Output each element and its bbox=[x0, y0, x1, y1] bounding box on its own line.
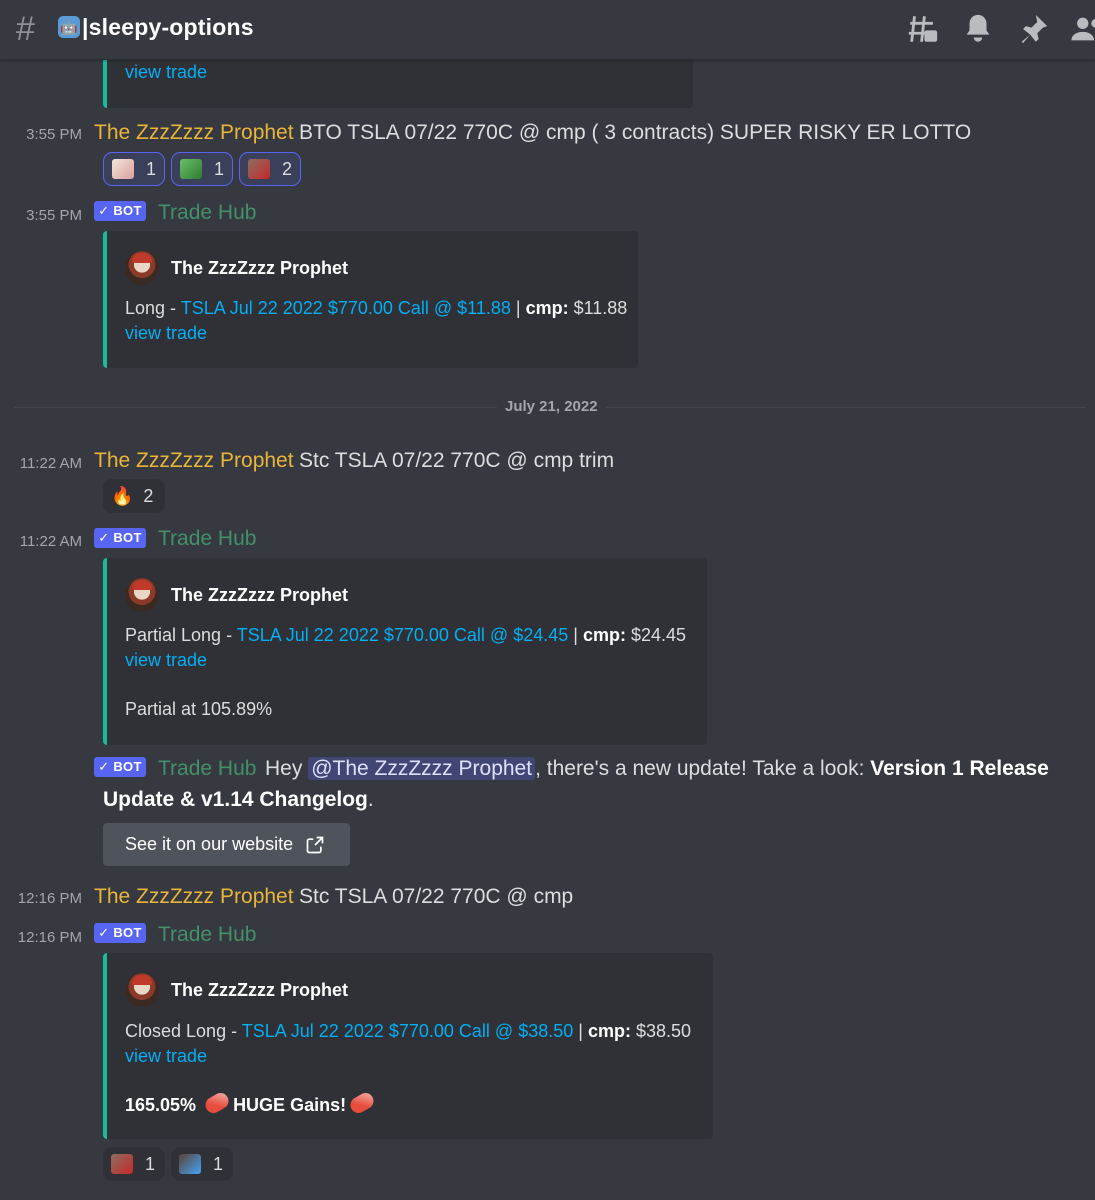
rocket-icon bbox=[202, 1090, 232, 1116]
reaction-count: 1 bbox=[145, 1153, 156, 1174]
hashtag-icon: # bbox=[16, 10, 35, 48]
embed-author-name: The ZzzZzzz Prophet bbox=[171, 584, 348, 605]
reaction-sticker[interactable]: 1 bbox=[103, 152, 165, 186]
pin-icon[interactable] bbox=[1016, 12, 1050, 46]
cmp-label: cmp: bbox=[587, 1021, 631, 1041]
text-segment: , there's a new update! Take a look: bbox=[535, 757, 871, 780]
face-emoji-icon bbox=[248, 159, 270, 179]
button-label: See it on our website bbox=[125, 834, 294, 854]
message-author[interactable]: The ZzzZzzz Prophet bbox=[94, 885, 294, 909]
view-trade-link[interactable]: view trade bbox=[125, 323, 207, 343]
trade-type: Closed Long - bbox=[125, 1021, 242, 1041]
avatar bbox=[125, 251, 159, 285]
message-timestamp: 12:16 PM bbox=[17, 890, 82, 907]
gains-text: HUGE Gains! bbox=[233, 1095, 347, 1115]
avatar bbox=[125, 578, 159, 612]
reaction-person[interactable]: 1 bbox=[171, 1147, 233, 1181]
embed-author: The ZzzZzzz Prophet bbox=[125, 578, 348, 612]
message-timestamp: 3:55 PM bbox=[26, 126, 82, 143]
cmp-value: $24.45 bbox=[625, 625, 687, 645]
fire-emoji-icon: 🔥 bbox=[111, 485, 134, 506]
threads-icon[interactable] bbox=[906, 12, 940, 46]
see-website-button[interactable]: See it on our website bbox=[103, 823, 350, 866]
bot-badge: ✓ BOT bbox=[94, 201, 146, 221]
reaction-fire[interactable]: 🔥 2 bbox=[103, 479, 165, 513]
trade-embed: The ZzzZzzz Prophet Long - TSLA Jul 22 2… bbox=[103, 231, 638, 368]
message-author[interactable]: The ZzzZzzz Prophet bbox=[94, 449, 294, 473]
message-author[interactable]: Trade Hub bbox=[158, 201, 256, 225]
message-timestamp: 11:22 AM bbox=[19, 533, 82, 550]
trade-embed: The ZzzZzzz Prophet Partial Long - TSLA … bbox=[103, 558, 707, 745]
message-author[interactable]: The ZzzZzzz Prophet bbox=[94, 121, 294, 145]
money-emoji-icon bbox=[180, 159, 202, 179]
bold-text: Version 1 Release bbox=[870, 757, 1049, 780]
face-emoji-icon bbox=[111, 1154, 133, 1174]
rocket-icon bbox=[347, 1090, 377, 1116]
embed-footer-text: Partial at 105.89% bbox=[125, 699, 273, 719]
separator: | bbox=[510, 298, 526, 318]
embed-description: Partial Long - TSLA Jul 22 2022 $770.00 … bbox=[125, 623, 686, 648]
person-emoji-icon bbox=[179, 1154, 201, 1174]
cmp-value: $38.50 bbox=[630, 1021, 692, 1041]
channel-header: # 🤖 |sleepy-options bbox=[0, 0, 1095, 60]
embed-author: The ZzzZzzz Prophet bbox=[125, 251, 348, 285]
embed-author: The ZzzZzzz Prophet bbox=[125, 973, 348, 1007]
bot-badge: ✓ BOT bbox=[94, 528, 146, 548]
channel-name: |sleepy-options bbox=[82, 14, 254, 40]
message-content: Stc TSLA 07/22 770C @ cmp bbox=[299, 885, 574, 908]
gains-percent: 165.05% bbox=[125, 1095, 202, 1115]
trade-link[interactable]: TSLA Jul 22 2022 $770.00 Call @ $11.88 bbox=[181, 298, 511, 318]
message-timestamp: 11:22 AM bbox=[19, 455, 82, 472]
reaction-face[interactable]: 2 bbox=[239, 152, 301, 186]
embed-author-name: The ZzzZzzz Prophet bbox=[171, 979, 348, 1000]
embed-description: Closed Long - TSLA Jul 22 2022 $770.00 C… bbox=[125, 1019, 691, 1044]
trade-type: Partial Long - bbox=[125, 625, 237, 645]
message-content: Stc TSLA 07/22 770C @ cmp trim bbox=[299, 449, 615, 472]
message-author[interactable]: Trade Hub bbox=[158, 527, 256, 551]
embed-author-name: The ZzzZzzz Prophet bbox=[171, 257, 348, 278]
message-content: BTO TSLA 07/22 770C @ cmp ( 3 contracts)… bbox=[299, 121, 972, 144]
message-list: view trade 3:55 PM The ZzzZzzz Prophet B… bbox=[0, 0, 1095, 1200]
bold-text: Update & v1.14 Changelog bbox=[103, 788, 368, 811]
bot-badge: ✓ BOT bbox=[94, 923, 146, 943]
sticker-emoji-icon bbox=[112, 159, 134, 179]
view-trade-link[interactable]: view trade bbox=[125, 650, 207, 670]
text-segment: Hey bbox=[265, 757, 309, 780]
user-mention[interactable]: @The ZzzZzzz Prophet bbox=[308, 757, 536, 780]
reaction-count: 1 bbox=[213, 158, 224, 179]
trade-link[interactable]: TSLA Jul 22 2022 $770.00 Call @ $38.50 bbox=[242, 1021, 574, 1041]
trade-link[interactable]: TSLA Jul 22 2022 $770.00 Call @ $24.45 bbox=[237, 625, 569, 645]
text-segment: . bbox=[367, 788, 374, 811]
reaction-count: 2 bbox=[281, 158, 292, 179]
bell-icon[interactable] bbox=[961, 12, 995, 46]
message-content-line2: Update & v1.14 Changelog. bbox=[103, 788, 374, 812]
view-trade-link[interactable]: view trade bbox=[125, 62, 207, 82]
date-divider-label: July 21, 2022 bbox=[497, 398, 606, 415]
reaction-count: 1 bbox=[213, 1153, 224, 1174]
bot-badge: ✓ BOT bbox=[94, 757, 146, 777]
message-content: Hey @The ZzzZzzz Prophet, there's a new … bbox=[265, 757, 1049, 781]
gains-line: 165.05% HUGE Gains! bbox=[125, 1090, 377, 1118]
trade-type: Long - bbox=[125, 298, 181, 318]
robot-emoji-icon: 🤖 bbox=[58, 16, 80, 38]
message-timestamp: 3:55 PM bbox=[26, 207, 82, 224]
message-author[interactable]: Trade Hub bbox=[158, 757, 256, 781]
cmp-value: $11.88 bbox=[568, 298, 628, 318]
reaction-money[interactable]: 1 bbox=[171, 152, 233, 186]
cmp-label: cmp: bbox=[582, 625, 626, 645]
separator: | bbox=[568, 625, 583, 645]
trade-embed: The ZzzZzzz Prophet Closed Long - TSLA J… bbox=[103, 953, 713, 1139]
embed-description: Long - TSLA Jul 22 2022 $770.00 Call @ $… bbox=[125, 296, 627, 321]
message-timestamp: 12:16 PM bbox=[17, 929, 82, 946]
view-trade-link[interactable]: view trade bbox=[125, 1046, 207, 1066]
external-link-icon bbox=[306, 836, 324, 853]
reaction-count: 1 bbox=[145, 158, 156, 179]
avatar bbox=[125, 973, 159, 1007]
reaction-count: 2 bbox=[143, 485, 154, 506]
separator: | bbox=[573, 1021, 588, 1041]
message-author[interactable]: Trade Hub bbox=[158, 923, 256, 947]
cmp-label: cmp: bbox=[525, 298, 569, 318]
members-icon[interactable] bbox=[1070, 12, 1095, 46]
reaction-face[interactable]: 1 bbox=[103, 1147, 165, 1181]
